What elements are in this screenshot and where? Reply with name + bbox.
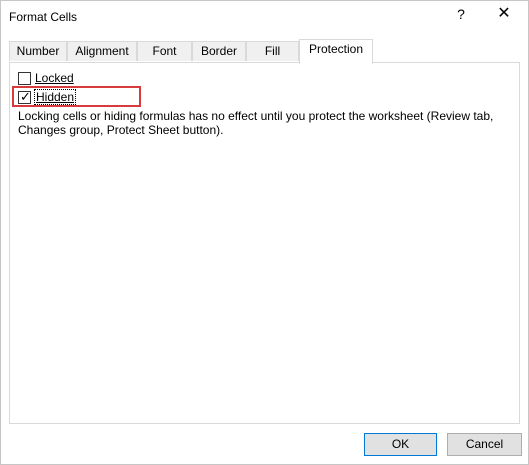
hidden-label[interactable]: Hidden — [33, 89, 77, 105]
hidden-highlight-box — [12, 86, 141, 107]
locked-label[interactable]: Locked — [35, 71, 74, 85]
tab-number[interactable]: Number — [9, 41, 67, 61]
close-icon[interactable]: ✕ — [489, 3, 519, 27]
tab-protection[interactable]: Protection — [299, 39, 373, 64]
window-title: Format Cells — [9, 10, 78, 24]
protection-panel: Locked ✓ Hidden Locking cells or hiding … — [9, 62, 520, 424]
hidden-checkbox[interactable]: ✓ — [18, 89, 31, 104]
tab-font[interactable]: Font — [137, 41, 192, 61]
tab-fill[interactable]: Fill — [246, 41, 299, 61]
tab-border[interactable]: Border — [192, 41, 246, 61]
tab-strip: Number Alignment Font Border Fill Protec… — [1, 39, 528, 64]
title-bar: Format Cells ? ✕ — [1, 1, 528, 33]
checkmark-icon: ✓ — [20, 89, 31, 104]
tab-alignment[interactable]: Alignment — [67, 41, 137, 61]
format-cells-dialog: Format Cells ? ✕ Number Alignment Font B… — [0, 0, 529, 465]
protection-info-text: Locking cells or hiding formulas has no … — [18, 109, 494, 137]
help-icon[interactable]: ? — [449, 3, 473, 27]
cancel-button[interactable]: Cancel — [447, 433, 522, 456]
ok-button[interactable]: OK — [364, 433, 437, 456]
locked-checkbox[interactable] — [18, 72, 31, 85]
